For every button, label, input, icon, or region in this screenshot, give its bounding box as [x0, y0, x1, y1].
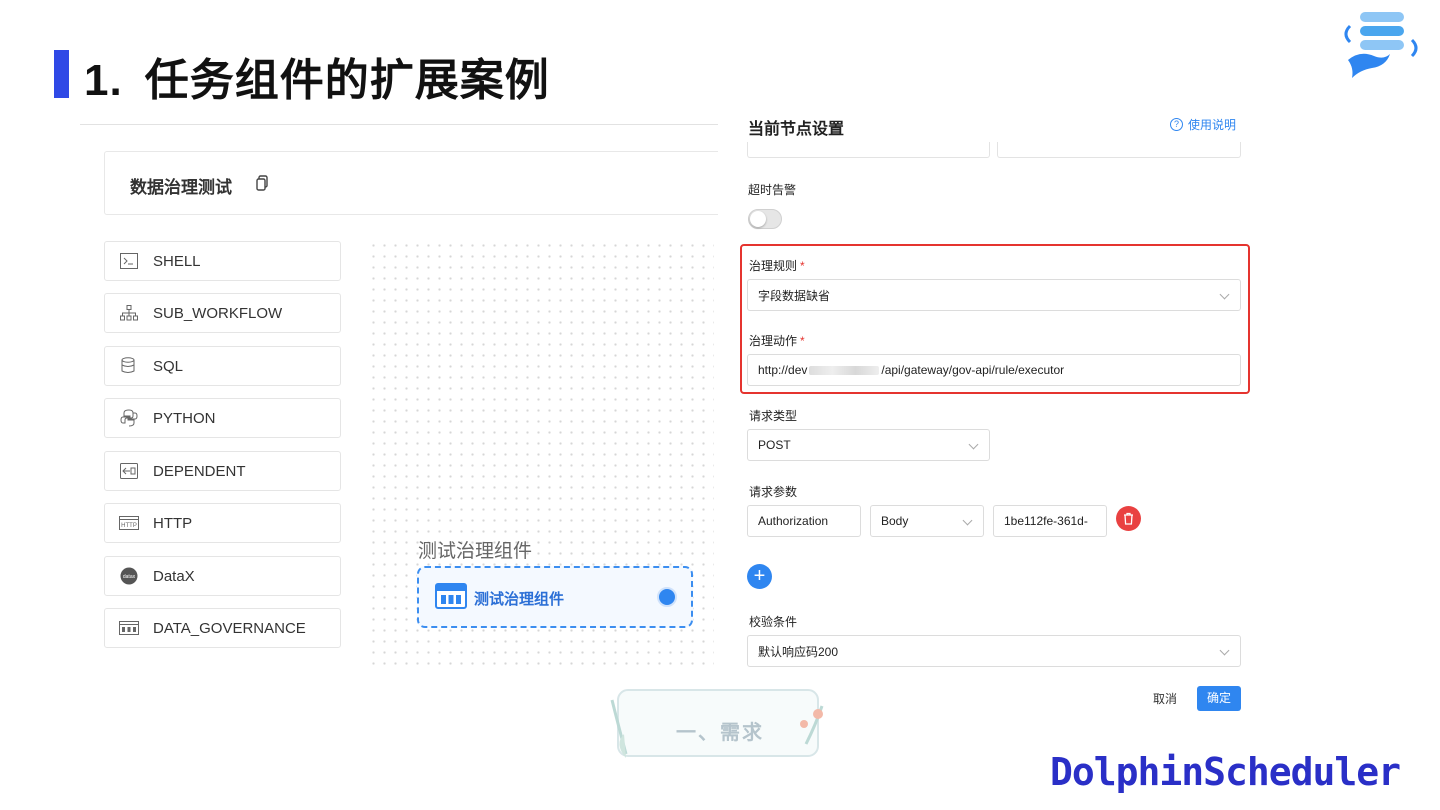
- python-icon: [119, 408, 139, 428]
- node-caption: 测试治理组件: [418, 541, 533, 562]
- action-url-prefix: http://dev: [758, 363, 808, 377]
- field-stub-left[interactable]: [747, 142, 990, 158]
- title-accent-bar: [54, 50, 69, 98]
- param-value: 1be112fe-361d-: [1004, 514, 1088, 528]
- param-location-select[interactable]: Body: [870, 505, 984, 537]
- required-mark: *: [800, 259, 805, 273]
- copy-icon[interactable]: [256, 175, 268, 191]
- http-icon: HTTP: [119, 513, 139, 533]
- check-select-value: 默认响应码200: [758, 644, 839, 659]
- delete-param-button[interactable]: [1116, 506, 1141, 531]
- cancel-button[interactable]: 取消: [1153, 690, 1177, 707]
- dolphinscheduler-logo: [1344, 12, 1418, 78]
- redacted-host: [809, 365, 880, 375]
- task-node-label: 测试治理组件: [474, 591, 565, 608]
- palette-item-label: SUB_WORKFLOW: [153, 304, 283, 322]
- field-stub-right[interactable]: [997, 142, 1241, 158]
- palette-item-label: DataX: [153, 567, 195, 585]
- action-label-text: 治理动作: [749, 334, 798, 348]
- node-settings-drawer: [718, 104, 1258, 724]
- action-label: 治理动作 *: [749, 332, 805, 349]
- rule-label-text: 治理规则: [749, 259, 798, 273]
- drawer-title: 当前节点设置: [748, 121, 845, 138]
- check-label: 校验条件: [749, 615, 798, 629]
- governance-icon: [119, 618, 139, 638]
- action-url-suffix: /api/gateway/gov-api/rule/executor: [881, 363, 1065, 377]
- palette-item-datax[interactable]: datax DataX: [104, 556, 341, 596]
- chevron-down-icon: [1219, 289, 1230, 300]
- chevron-down-icon: [1219, 645, 1230, 656]
- palette-item-label: SQL: [153, 357, 184, 375]
- toggle-knob: [750, 211, 766, 227]
- database-icon: [119, 356, 139, 376]
- chevron-down-icon: [968, 439, 979, 450]
- dependent-icon: [119, 461, 139, 481]
- check-select[interactable]: 默认响应码200: [747, 635, 1241, 667]
- palette-item-python[interactable]: PYTHON: [104, 398, 341, 438]
- palette-item-label: DEPENDENT: [153, 462, 246, 480]
- trash-icon: [1124, 512, 1133, 525]
- datax-icon: datax: [119, 566, 139, 586]
- param-key-input[interactable]: Authorization: [747, 505, 861, 537]
- request-type-value: POST: [758, 438, 791, 452]
- chevron-down-icon: [962, 515, 973, 526]
- palette-item-sql[interactable]: SQL: [104, 346, 341, 386]
- governance-node-icon: [435, 583, 467, 609]
- timeout-toggle[interactable]: [748, 209, 782, 229]
- palette-item-label: SHELL: [153, 252, 201, 270]
- rule-select-value: 字段数据缺省: [758, 288, 831, 303]
- palette-item-data-governance[interactable]: DATA_GOVERNANCE: [104, 608, 341, 648]
- palette-item-sub-workflow[interactable]: SUB_WORKFLOW: [104, 293, 341, 333]
- palette-item-label: DATA_GOVERNANCE: [153, 619, 306, 637]
- svg-text:HTTP: HTTP: [121, 523, 137, 529]
- slide-title: 1. 任务组件的扩展案例: [84, 44, 550, 108]
- add-param-button[interactable]: +: [747, 564, 772, 589]
- palette-item-label: HTTP: [153, 514, 193, 532]
- param-key-value: Authorization: [758, 514, 829, 528]
- palette-item-shell[interactable]: SHELL: [104, 241, 341, 281]
- svg-text:datax: datax: [123, 574, 136, 580]
- slide-title-text: 任务组件的扩展案例: [144, 56, 550, 105]
- help-link-text: 使用说明: [1188, 118, 1237, 132]
- confirm-button[interactable]: 确定: [1197, 686, 1241, 711]
- palette-item-label: PYTHON: [153, 409, 216, 427]
- param-location-value: Body: [881, 514, 909, 528]
- rule-label: 治理规则 *: [749, 257, 805, 274]
- divider: [80, 124, 720, 125]
- slide-number: 1.: [84, 56, 123, 105]
- params-label: 请求参数: [749, 485, 798, 499]
- hierarchy-icon: [119, 303, 139, 323]
- brand-wordmark: DolphinScheduler: [1050, 750, 1401, 794]
- param-value-input[interactable]: 1be112fe-361d-: [993, 505, 1107, 537]
- help-circle-icon: ?: [1170, 118, 1183, 131]
- timeout-label: 超时告警: [748, 183, 797, 197]
- palette-item-dependent[interactable]: DEPENDENT: [104, 451, 341, 491]
- rule-select[interactable]: 字段数据缺省: [747, 279, 1241, 311]
- required-mark: *: [800, 334, 805, 348]
- terminal-icon: [119, 251, 139, 271]
- help-link[interactable]: ? 使用说明: [1170, 116, 1236, 133]
- node-status-dot: [657, 587, 677, 607]
- palette-item-http[interactable]: HTTP HTTP: [104, 503, 341, 543]
- action-url-input[interactable]: http://dev/api/gateway/gov-api/rule/exec…: [747, 354, 1241, 386]
- workflow-name: 数据治理测试: [130, 178, 232, 197]
- request-type-label: 请求类型: [749, 409, 798, 423]
- request-type-select[interactable]: POST: [747, 429, 990, 461]
- stamp-text: 一、需求: [676, 722, 764, 744]
